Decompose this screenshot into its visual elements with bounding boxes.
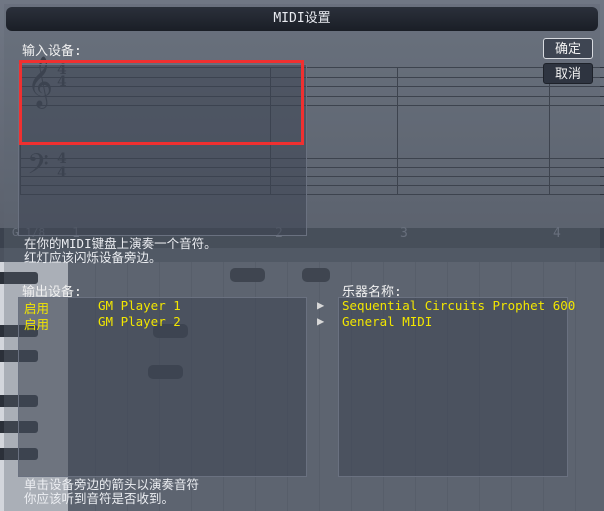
device-name[interactable]: GM Player 2 (98, 314, 181, 329)
input-hint-1: 在你的MIDI键盘上演奏一个音符。 (24, 236, 217, 251)
input-device-label: 输入设备: (22, 44, 82, 59)
device-name[interactable]: GM Player 1 (98, 298, 181, 313)
dialog-title: MIDI设置 (6, 7, 598, 31)
play-arrow-icon[interactable]: ▶ (317, 314, 324, 328)
input-hint-2: 红灯应该闪烁设备旁边。 (24, 250, 162, 265)
instrument-item[interactable]: Sequential Circuits Prophet 600 (342, 298, 575, 313)
highlight-box (19, 60, 304, 145)
output-hint-2: 你应该听到音符是否收到。 (24, 491, 175, 506)
device-status[interactable]: 启用 (24, 314, 49, 333)
instrument-item[interactable]: General MIDI (342, 314, 432, 329)
cancel-button[interactable]: 取消 (543, 63, 593, 84)
play-arrow-icon[interactable]: ▶ (317, 298, 324, 312)
output-hint-1: 单击设备旁边的箭头以演奏音符 (24, 477, 200, 492)
ok-button[interactable]: 确定 (543, 38, 593, 59)
